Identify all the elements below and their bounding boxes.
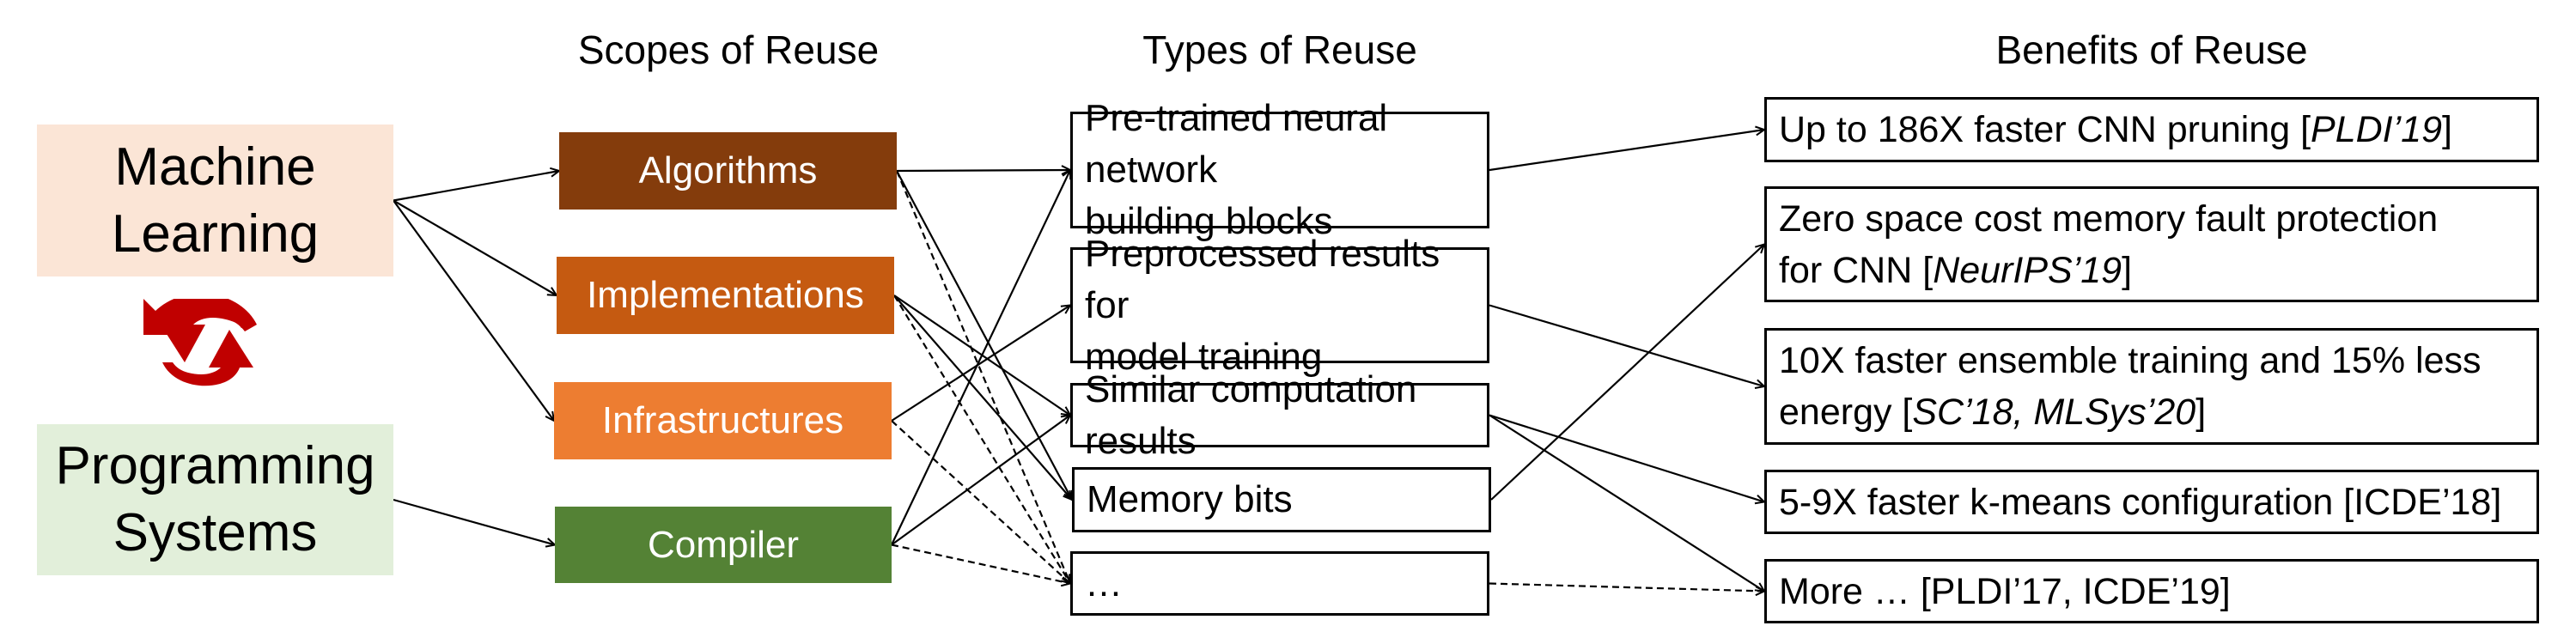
- arrow-memory-to-b2: [1490, 245, 1764, 501]
- arrow-similar-to-b5: [1489, 414, 1764, 592]
- type-preprocessed-results: Preprocessed results for model training: [1070, 233, 1489, 378]
- type-pretrained-line1: Pre-trained neural network: [1085, 97, 1388, 191]
- header-benefits: Benefits of Reuse: [1995, 27, 2308, 72]
- type-similar-label: Similar computation results: [1085, 368, 1417, 462]
- bracket: ]: [2195, 392, 2207, 433]
- scope-algorithms-label: Algorithms: [638, 149, 818, 191]
- scope-compiler: Compiler: [555, 507, 892, 583]
- benefit-ensemble-line1: 10X faster ensemble training and 15% les…: [1779, 340, 2482, 381]
- arrow-compiler-to-similar: [891, 416, 1070, 546]
- scope-implementations: Implementations: [557, 257, 894, 334]
- type-memory-label: Memory bits: [1087, 478, 1293, 520]
- header-scopes: Scopes of Reuse: [577, 27, 880, 72]
- arrow-preprocessed-to-b3: [1489, 304, 1764, 387]
- benefit-more: More … [PLDI’17, ICDE’19]: [1764, 559, 2539, 623]
- scope-compiler-label: Compiler: [647, 523, 800, 566]
- benefit-ensemble-training: 10X faster ensemble training and 15% les…: [1764, 328, 2539, 445]
- benefit-cnn-pruning-venue: PLDI’19: [2311, 109, 2443, 150]
- arrow-more-to-b5: [1489, 582, 1764, 592]
- scope-algorithms: Algorithms: [559, 132, 897, 210]
- arrow-implementations-to-more: [893, 295, 1070, 584]
- arrow-algorithms-to-pretrained: [896, 170, 1070, 171]
- arrow-compiler-to-more: [891, 544, 1070, 584]
- arrow-ps-to-compiler: [393, 498, 555, 545]
- type-memory-bits: Memory bits: [1072, 467, 1491, 532]
- benefit-cnn-pruning: Up to 186X faster CNN pruning [PLDI’19]: [1764, 97, 2539, 162]
- arrow-ml-to-algorithms: [393, 171, 559, 202]
- benefit-kmeans-text: 5-9X faster k-means configuration [ICDE’…: [1779, 481, 2502, 523]
- benefit-fault-protection: Zero space cost memory fault protection …: [1764, 186, 2539, 302]
- type-more: …: [1070, 551, 1489, 616]
- cycle-icon: [143, 299, 257, 386]
- arrow-similar-to-b4: [1489, 414, 1764, 502]
- machine-learning-label-line1: Machine: [114, 137, 316, 197]
- arrow-compiler-to-pretrained: [891, 170, 1070, 545]
- benefit-more-text: More … [PLDI’17, ICDE’19]: [1779, 570, 2231, 612]
- benefit-kmeans: 5-9X faster k-means configuration [ICDE’…: [1764, 470, 2539, 534]
- machine-learning-label-line2: Learning: [111, 204, 320, 264]
- programming-systems-box: Programming Systems: [37, 424, 393, 575]
- scope-infrastructures-label: Infrastructures: [601, 399, 844, 441]
- programming-systems-label-line1: Programming: [55, 436, 375, 495]
- scope-implementations-label: Implementations: [587, 274, 864, 316]
- benefit-cnn-pruning-text: Up to 186X faster CNN pruning [: [1779, 109, 2311, 150]
- bracket: ]: [2442, 109, 2452, 150]
- header-types: Types of Reuse: [1142, 27, 1417, 72]
- machine-learning-box: Machine Learning: [37, 125, 393, 276]
- benefit-ensemble-venue: SC’18, MLSys’20: [1912, 392, 2196, 433]
- benefit-fault-protection-line1: Zero space cost memory fault protection: [1779, 197, 2439, 240]
- scope-infrastructures: Infrastructures: [554, 382, 892, 459]
- type-similar-computation: Similar computation results: [1070, 368, 1489, 462]
- programming-systems-label-line2: Systems: [113, 503, 318, 562]
- type-preprocessed-line1: Preprocessed results for: [1085, 232, 1440, 326]
- arrow-ml-to-implementations: [393, 199, 557, 296]
- arrow-pretrained-to-b1: [1489, 130, 1764, 172]
- type-more-label: …: [1085, 562, 1123, 605]
- arrow-ml-to-infrastructures: [393, 199, 554, 422]
- bracket: ]: [2122, 249, 2133, 291]
- benefit-ensemble-line2: energy [: [1779, 392, 1913, 433]
- benefit-fault-protection-venue: NeurIPS’19: [1933, 249, 2122, 291]
- benefit-fault-protection-line2: for CNN [: [1779, 249, 1934, 291]
- type-pretrained-blocks: Pre-trained neural network building bloc…: [1070, 97, 1489, 242]
